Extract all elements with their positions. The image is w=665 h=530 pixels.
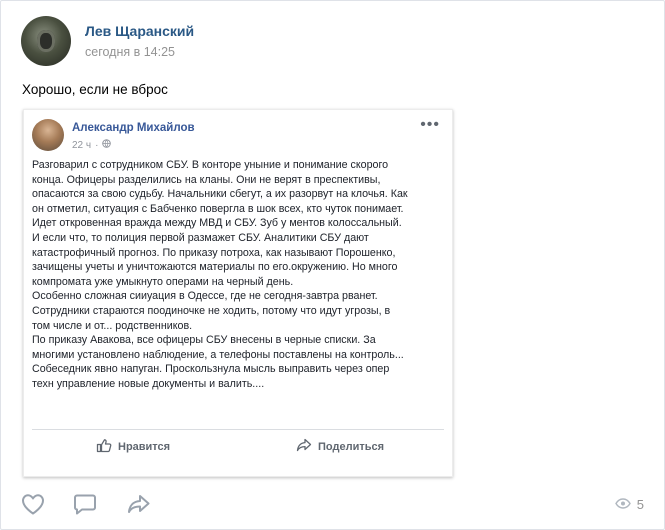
comment-icon[interactable] [73, 493, 97, 520]
repost-line: катастрофичный прогноз. По приказу потро… [32, 246, 396, 259]
repost-like-action: Нравится [96, 438, 170, 456]
post-card: Лев Щаранский сегодня в 14:25 Хорошо, ес… [0, 0, 665, 530]
share-icon[interactable] [127, 493, 151, 520]
reposted-screenshot: Александр Михайлов 22 ч · ••• Разговарил… [23, 109, 453, 477]
share-arrow-icon [296, 438, 312, 455]
repost-share-action: Поделиться [296, 438, 384, 455]
repost-line: он отметил, ситуация с Бабченко повергла… [32, 202, 404, 215]
repost-line: конца. Офицеры разделились на кланы. Они… [32, 173, 381, 186]
repost-line: Сотрудники стараются поодиночке не ходит… [32, 304, 391, 317]
repost-line: И если что, то полиция первой размажет С… [32, 231, 369, 244]
repost-line: том числе и от... родственников. [32, 319, 193, 332]
repost-line: Особенно сложная сииуация в Одессе, где … [32, 290, 378, 303]
repost-timestamp: 22 ч [72, 139, 92, 151]
repost-author-name: Александр Михайлов [72, 122, 195, 134]
repost-line: Разговарил с сотрудником СБУ. В конторе … [32, 159, 389, 171]
views-count: 5 [636, 497, 644, 512]
repost-more-options-icon: ••• [420, 116, 440, 133]
repost-line: техн управление новые документы и валить… [32, 377, 265, 390]
repost-line: многими установлено наблюдение, а телефо… [32, 348, 404, 361]
globe-icon [102, 139, 112, 151]
repost-share-label: Поделиться [318, 440, 385, 453]
repost-line: По приказу Авакова, все офицеры СБУ внес… [32, 334, 376, 347]
repost-divider [32, 429, 444, 430]
repost-line: Идет откровенная вражда между МВД и СБУ.… [32, 217, 402, 230]
post-actions-bar: 5 [21, 491, 644, 519]
post-timestamp[interactable]: сегодня в 14:25 [85, 45, 175, 59]
dot-separator: · [95, 139, 99, 151]
repost-line: зачищены учеты и уничтожаются материалы … [32, 261, 398, 274]
post-author-name[interactable]: Лев Щаранский [85, 23, 194, 39]
views-counter: 5 [614, 497, 644, 512]
like-heart-icon[interactable] [21, 493, 45, 520]
repost-body: Разговарил с сотрудником СБУ. В конторе … [32, 158, 444, 392]
repost-line: опасаются за свою судьбу. Начальники сбе… [32, 188, 408, 201]
post-text: Хорошо, если не вброс [22, 82, 168, 97]
thumbs-up-icon [96, 438, 112, 456]
repost-like-label: Нравится [118, 441, 171, 453]
eye-icon [614, 497, 631, 512]
repost-meta: 22 ч · [72, 139, 112, 151]
repost-line: Собеседник явно напуган. Проскользнула м… [32, 363, 390, 376]
repost-line: компромата уже умыкнуто операми на черны… [32, 275, 294, 288]
repost-author-avatar [32, 119, 64, 151]
author-avatar[interactable] [21, 16, 71, 66]
